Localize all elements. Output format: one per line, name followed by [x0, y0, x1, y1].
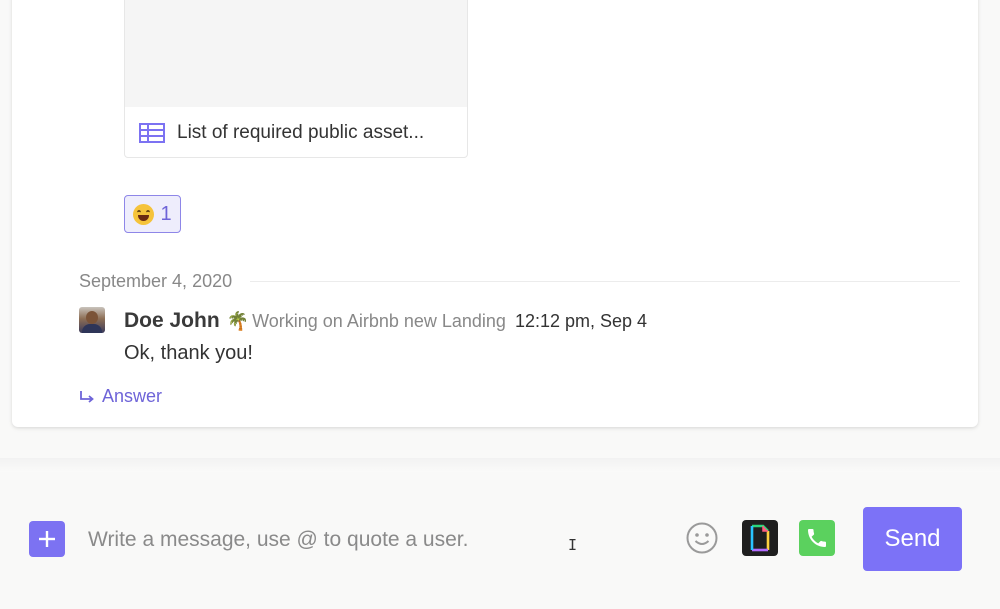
call-button[interactable]	[799, 520, 835, 556]
message-input[interactable]	[88, 522, 648, 558]
attachment-name[interactable]: List of required public asset...	[177, 122, 424, 144]
smiley-icon	[686, 522, 718, 554]
grinning-face-icon	[133, 203, 155, 225]
avatar[interactable]	[79, 307, 105, 333]
answer-label: Answer	[102, 386, 163, 406]
divider-line	[250, 281, 960, 282]
composer-separator	[0, 458, 1000, 472]
author-name[interactable]: Doe John	[124, 309, 220, 333]
gif-icon	[750, 524, 770, 552]
table-icon	[139, 122, 165, 143]
add-attachment-button[interactable]	[29, 521, 65, 557]
plus-icon	[39, 531, 55, 547]
attachment-meta: List of required public asset...	[125, 107, 467, 157]
gif-button[interactable]	[742, 520, 778, 556]
author-status: Working on Airbnb new Landing	[252, 311, 506, 331]
palm-tree-icon: 🌴	[226, 311, 250, 331]
attachment-preview[interactable]	[125, 0, 467, 107]
send-button[interactable]: Send	[863, 507, 962, 571]
text-cursor-icon: I	[568, 536, 578, 554]
date-divider: September 4, 2020	[79, 271, 960, 292]
answer-link[interactable]: Answer	[79, 386, 162, 407]
message-timestamp: 12:12 pm, Sep 4	[514, 311, 648, 331]
phone-icon	[808, 529, 826, 547]
message-thread: List of required public asset... 1 Septe…	[12, 0, 978, 427]
reply-arrow-icon	[80, 390, 94, 403]
message-text: Ok, thank you!	[124, 342, 253, 364]
reaction-count: 1	[160, 202, 172, 225]
reaction-badge[interactable]: 1	[124, 195, 181, 233]
emoji-button[interactable]	[686, 522, 718, 554]
message-header: Doe John 🌴 Working on Airbnb new Landing…	[124, 309, 647, 333]
date-divider-label: September 4, 2020	[79, 271, 233, 291]
file-attachment[interactable]: List of required public asset...	[124, 0, 468, 158]
